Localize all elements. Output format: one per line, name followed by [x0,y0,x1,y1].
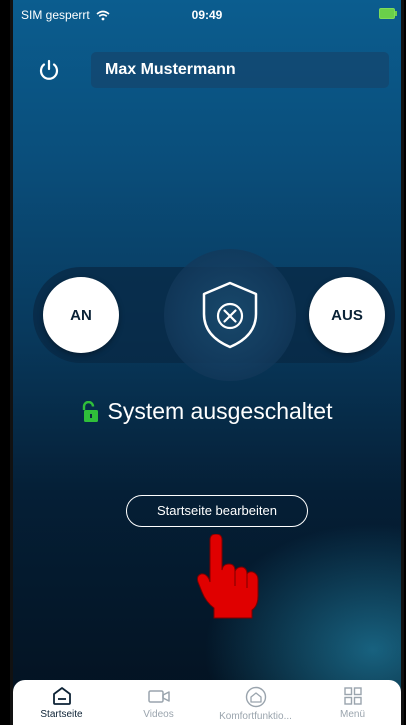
tab-label: Menü [339,709,365,720]
bottom-tab-bar: Startseite Videos Komfortfunktio... Menü [13,680,401,725]
home-icon [52,687,71,705]
tab-label: Startseite [40,709,83,720]
battery-icon [379,8,397,19]
shield-x-icon [202,281,258,349]
tab-label: Videos [143,709,174,720]
tab-startseite[interactable]: Startseite [13,680,110,725]
arm-on-button[interactable]: AN [43,277,119,353]
tab-label: Komfortfunktio... [219,711,292,722]
comfort-icon [245,686,266,708]
header: Max Mustermann [33,50,389,90]
arm-off-button[interactable]: AUS [309,277,385,353]
status-bar: SIM gesperrt 09:49 [13,0,401,28]
clock: 09:49 [191,8,223,22]
tab-menu[interactable]: Menü [304,680,401,725]
app-screen: SIM gesperrt 09:49 Max Mustermann AN AUS… [10,0,404,725]
edit-home-button[interactable]: Startseite bearbeiten [126,495,308,527]
system-status-text: System ausgeschaltet [107,398,333,424]
video-camera-icon [147,690,170,703]
pointing-hand-icon [196,533,262,625]
tab-komfortfunktionen[interactable]: Komfortfunktio... [207,680,304,725]
arming-control: AN AUS [33,249,395,381]
system-status: System ausgeschaltet [13,398,401,425]
status-shield [164,249,296,381]
unlocked-padlock-icon [83,400,99,422]
grid-menu-icon [343,687,362,705]
power-icon[interactable] [33,54,65,86]
tab-videos[interactable]: Videos [110,680,207,725]
user-name-field[interactable]: Max Mustermann [91,52,389,88]
